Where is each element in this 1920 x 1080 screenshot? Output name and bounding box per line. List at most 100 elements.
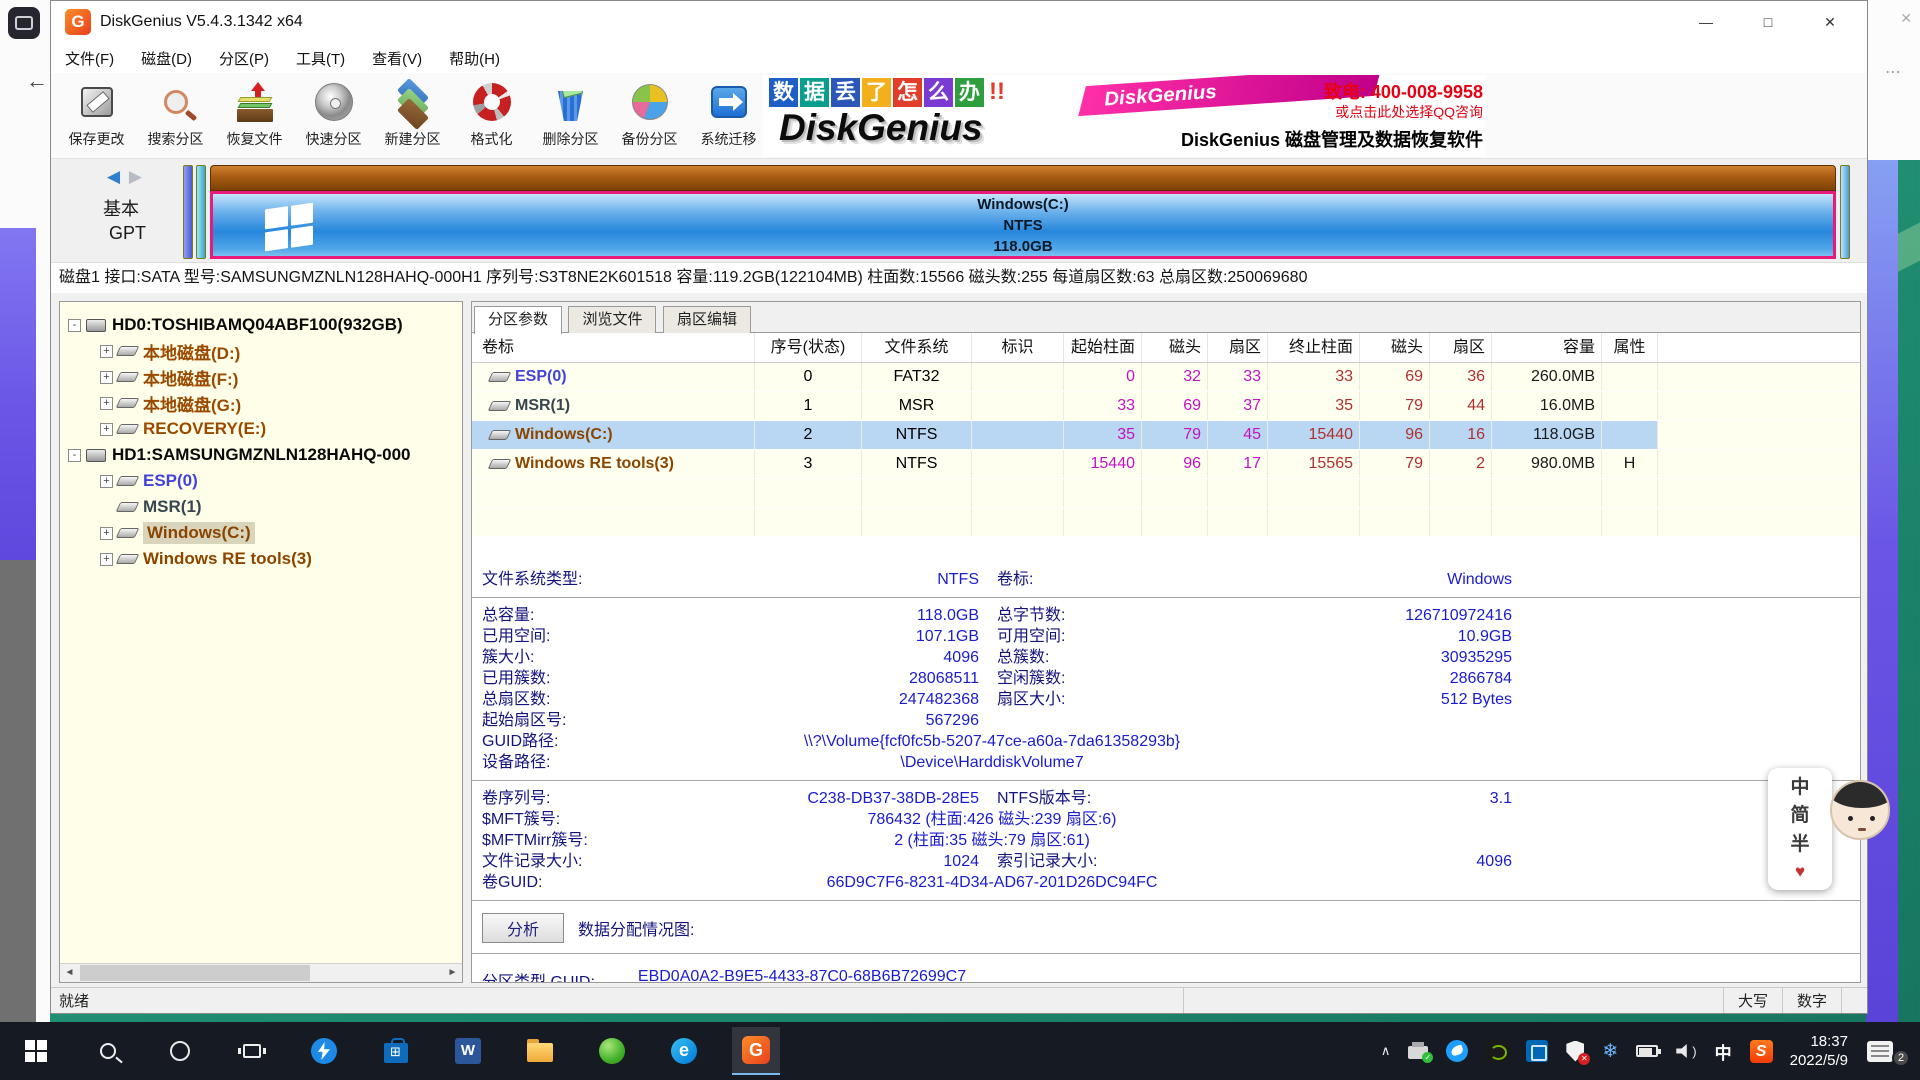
table-row-windows-re[interactable]: Windows RE tools(3) 3 NTFS 15440 96 17 1… (472, 450, 1860, 479)
partition-block-esp[interactable] (183, 165, 193, 259)
recover-files-icon (232, 79, 278, 125)
search-partition-button[interactable]: 搜索分区 (136, 77, 215, 155)
tray-intel-graphics-icon[interactable] (1526, 1040, 1548, 1062)
table-row-windows-c-selected[interactable]: Windows(C:) 2 NTFS 35 79 45 15440 96 16 … (472, 421, 1860, 450)
menu-help[interactable]: 帮助(H) (449, 48, 500, 69)
expand-icon[interactable]: + (100, 475, 113, 488)
prev-disk-arrow-icon[interactable]: ◀ (107, 167, 120, 186)
disk-capacity-bar[interactable] (210, 165, 1836, 191)
task-view-button[interactable] (228, 1027, 276, 1075)
tray-security-shield-icon[interactable]: ✕ (1566, 1041, 1584, 1062)
collapse-icon[interactable]: - (68, 449, 81, 462)
tree-item-esp[interactable]: + ESP(0) (60, 468, 462, 494)
menu-file[interactable]: 文件(F) (65, 48, 114, 69)
collapse-icon[interactable]: - (68, 319, 81, 332)
ime-status-widget[interactable]: 中 简 半 ♥ (1768, 768, 1832, 890)
tree-item-msr[interactable]: MSR(1) (60, 494, 462, 520)
tray-battery-icon[interactable] (1636, 1045, 1658, 1057)
tree-item-hd0[interactable]: - HD0:TOSHIBAMQ04ABF100(932GB) (60, 312, 462, 338)
purple-overlay-left (0, 228, 36, 560)
tree-item-local-g[interactable]: + 本地磁盘(G:) (60, 390, 462, 416)
quick-partition-button[interactable]: 快速分区 (294, 77, 373, 155)
disk-icon (86, 319, 106, 332)
notification-center-button[interactable]: 2 (1867, 1041, 1901, 1062)
disk-icon (86, 449, 106, 462)
tab-browse-files[interactable]: 浏览文件 (568, 306, 656, 333)
expand-icon[interactable]: + (100, 397, 113, 410)
close-button[interactable]: ✕ (1799, 1, 1861, 43)
table-row-msr[interactable]: MSR(1) 1 MSR 33 69 37 35 79 44 16.0MB (472, 392, 1860, 421)
analyze-button[interactable]: 分析 (482, 913, 564, 943)
menu-view[interactable]: 查看(V) (372, 48, 422, 69)
menu-disk[interactable]: 磁盘(D) (141, 48, 192, 69)
new-partition-button[interactable]: 新建分区 (373, 77, 452, 155)
tree-horizontal-scrollbar[interactable]: ◄ ► (60, 963, 462, 982)
next-disk-arrow-icon[interactable]: ▶ (129, 167, 142, 186)
tree-item-local-d[interactable]: + 本地磁盘(D:) (60, 338, 462, 364)
background-close-icon[interactable]: ✕ (1900, 10, 1912, 27)
scroll-right-icon[interactable]: ► (443, 964, 462, 982)
taskbar-clock[interactable]: 18:37 2022/5/9 (1790, 1032, 1848, 1070)
expand-icon[interactable]: + (100, 423, 113, 436)
partition-block-re-tools[interactable] (1840, 165, 1850, 259)
ime-mascot-avatar[interactable] (1830, 780, 1890, 840)
tree-item-windows-c[interactable]: + Windows(C:) (60, 520, 462, 546)
expand-icon[interactable]: + (100, 553, 113, 566)
minimize-button[interactable]: — (1675, 1, 1737, 43)
disk-tree-panel: - HD0:TOSHIBAMQ04ABF100(932GB) + 本地磁盘(D:… (59, 301, 463, 983)
taskbar-app-thunder[interactable] (300, 1027, 348, 1075)
resize-grip[interactable] (1841, 988, 1867, 1013)
tray-printer-icon[interactable] (1408, 1043, 1428, 1059)
ad-qq-link[interactable]: 或点击此处选择QQ咨询 (1335, 102, 1483, 122)
ad-banner[interactable]: 数 据 丢 了 怎 么 办 !! DiskGenius DiskGenius 致… (763, 75, 1485, 157)
partition-block-windows-c[interactable]: Windows(C:) NTFS 118.0GB (210, 191, 1836, 259)
backup-partition-button[interactable]: 备份分区 (610, 77, 689, 155)
cortana-button[interactable] (156, 1027, 204, 1075)
menu-tools[interactable]: 工具(T) (296, 48, 345, 69)
system-migrate-button[interactable]: 系统迁移 (689, 77, 768, 155)
divider (472, 953, 1860, 954)
taskbar-app-diskgenius-active[interactable]: G (732, 1027, 780, 1075)
heart-icon[interactable]: ♥ (1795, 863, 1805, 880)
tray-sogou-icon[interactable]: S (1750, 1040, 1773, 1063)
diskgenius-icon: G (742, 1036, 770, 1064)
background-more-icon[interactable]: ⋯ (1885, 62, 1902, 82)
tree-item-local-f[interactable]: + 本地磁盘(F:) (60, 364, 462, 390)
partition-icon (488, 430, 512, 440)
tree-item-hd1[interactable]: - HD1:SAMSUNGMZNLN128HAHQ-000 (60, 442, 462, 468)
partition-block-msr[interactable] (196, 165, 206, 259)
taskbar-app-explorer[interactable] (516, 1027, 564, 1075)
maximize-button[interactable]: □ (1737, 1, 1799, 43)
pie-icon (627, 79, 673, 125)
expand-icon[interactable]: + (100, 345, 113, 358)
delete-partition-button[interactable]: 删除分区 (531, 77, 610, 155)
expand-icon[interactable]: + (100, 371, 113, 384)
taskbar-app-store[interactable] (372, 1027, 420, 1075)
taskbar-app-edge[interactable]: e (660, 1027, 708, 1075)
tree-item-windows-re[interactable]: + Windows RE tools(3) (60, 546, 462, 572)
tray-nvidia-icon[interactable] (1486, 1040, 1508, 1062)
tray-expand-chevron-icon[interactable]: ∧ (1381, 1043, 1391, 1059)
scrollbar-thumb[interactable] (80, 965, 310, 981)
tray-volume-icon[interactable]: ) (1676, 1044, 1696, 1059)
tab-sector-edit[interactable]: 扇区编辑 (663, 306, 751, 333)
taskbar-app-360browser[interactable] (588, 1027, 636, 1075)
tray-ime-indicator[interactable]: 中 (1715, 1039, 1732, 1064)
expand-icon[interactable]: + (100, 527, 113, 540)
format-button[interactable]: 格式化 (452, 77, 531, 155)
tray-snowflake-icon[interactable]: ❄ (1602, 1040, 1618, 1063)
taskbar-app-word[interactable]: W (444, 1027, 492, 1075)
tray-dingtalk-icon[interactable] (1446, 1040, 1468, 1062)
recover-files-button[interactable]: 恢复文件 (215, 77, 294, 155)
divider (472, 780, 1860, 781)
scroll-left-icon[interactable]: ◄ (60, 964, 79, 982)
tab-partition-params[interactable]: 分区参数 (474, 306, 562, 334)
table-row-esp[interactable]: ESP(0) 0 FAT32 0 32 33 33 69 36 260.0MB (472, 363, 1860, 392)
start-button[interactable] (12, 1027, 60, 1075)
back-arrow-icon[interactable]: ← (26, 68, 48, 94)
tree-item-recovery-e[interactable]: + RECOVERY(E:) (60, 416, 462, 442)
save-changes-button[interactable]: 保存更改 (57, 77, 136, 155)
filesystem-details: 文件系统类型:NTFS卷标:Windows 总容量:118.0GB总字节数:12… (472, 569, 1860, 901)
taskbar-search-button[interactable] (84, 1027, 132, 1075)
menu-partition[interactable]: 分区(P) (219, 48, 269, 69)
